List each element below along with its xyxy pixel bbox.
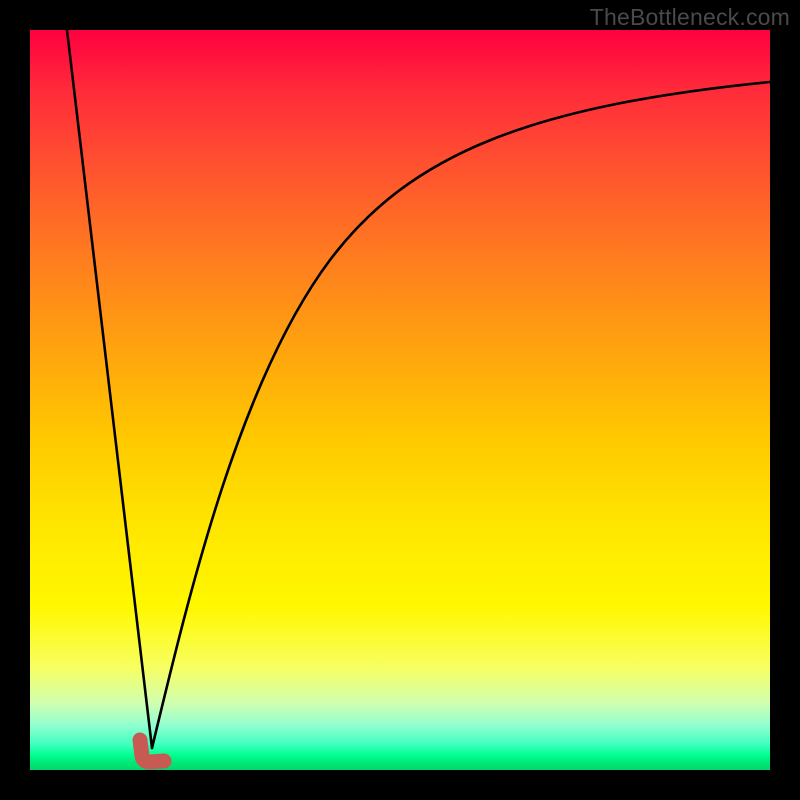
chart-frame: TheBottleneck.com — [0, 0, 800, 800]
curve-right-branch — [152, 82, 770, 748]
curve-layer — [30, 30, 770, 770]
plot-area — [30, 30, 770, 770]
watermark-text: TheBottleneck.com — [590, 4, 790, 31]
curve-left-branch — [67, 30, 152, 748]
